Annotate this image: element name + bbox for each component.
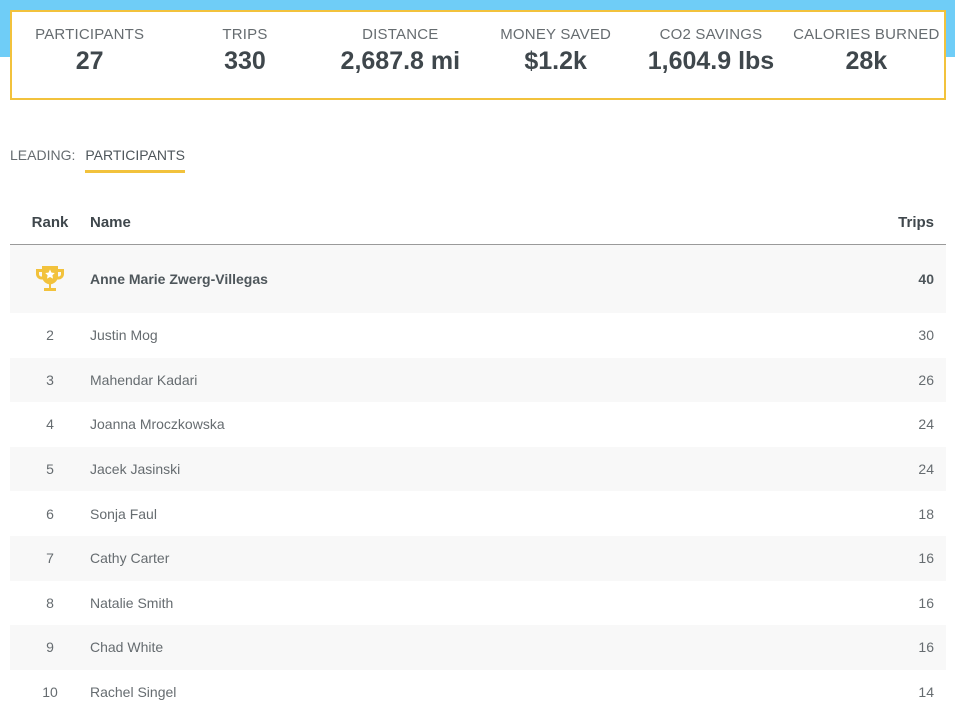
column-header-trips[interactable]: Trips bbox=[814, 214, 946, 231]
trophy-icon bbox=[36, 266, 64, 291]
name-cell: Cathy Carter bbox=[90, 550, 170, 567]
name-cell: Mahendar Kadari bbox=[90, 371, 198, 388]
name-cell: Jacek Jasinski bbox=[90, 461, 181, 478]
stat-label: DISTANCE bbox=[362, 26, 439, 43]
rank-cell: 7 bbox=[46, 550, 54, 567]
name-cell: Anne Marie Zwerg-Villegas bbox=[90, 271, 268, 287]
trips-cell: 14 bbox=[918, 684, 934, 701]
table-row: Anne Marie Zwerg-Villegas 40 bbox=[10, 245, 946, 313]
name-cell: Sonja Faul bbox=[90, 505, 157, 522]
table-row: 5 Jacek Jasinski 24 bbox=[10, 446, 946, 492]
name-cell: Chad White bbox=[90, 639, 164, 656]
trips-cell: 18 bbox=[918, 505, 934, 522]
stat-value: $1.2k bbox=[524, 47, 587, 75]
rank-cell bbox=[10, 262, 90, 296]
name-cell: Joanna Mroczkowska bbox=[90, 416, 225, 433]
stat-participants: PARTICIPANTS 27 bbox=[12, 12, 167, 98]
rank-cell: 3 bbox=[46, 371, 54, 388]
stat-calories-burned: CALORIES BURNED 28k bbox=[789, 12, 944, 98]
stat-label: CALORIES BURNED bbox=[793, 26, 940, 43]
table-header: Rank Name Trips bbox=[10, 200, 946, 245]
trips-cell: 30 bbox=[918, 327, 934, 344]
trips-cell: 16 bbox=[918, 550, 934, 567]
trips-cell: 16 bbox=[918, 639, 934, 656]
stat-label: TRIPS bbox=[222, 26, 268, 43]
rank-cell: 9 bbox=[46, 639, 54, 656]
trips-cell: 40 bbox=[918, 271, 934, 287]
table-row: 9 Chad White 16 bbox=[10, 625, 946, 670]
table-row: 7 Cathy Carter 16 bbox=[10, 535, 946, 581]
rank-cell: 2 bbox=[46, 327, 54, 344]
table-row: 8 Natalie Smith 16 bbox=[10, 581, 946, 626]
column-header-name[interactable]: Name bbox=[90, 214, 814, 231]
rank-cell: 10 bbox=[42, 684, 58, 701]
table-row: 3 Mahendar Kadari 26 bbox=[10, 357, 946, 403]
rank-cell: 6 bbox=[46, 505, 54, 522]
rank-cell: 5 bbox=[46, 461, 54, 478]
table-row: 4 Joanna Mroczkowska 24 bbox=[10, 402, 946, 447]
column-header-rank[interactable]: Rank bbox=[10, 214, 90, 231]
trips-cell: 24 bbox=[918, 416, 934, 433]
table-row: 6 Sonja Faul 18 bbox=[10, 491, 946, 536]
leading-filter: LEADING: PARTICIPANTS bbox=[10, 147, 185, 173]
stat-distance: DISTANCE 2,687.8 mi bbox=[323, 12, 478, 98]
leaderboard-table: Rank Name Trips Anne Marie Zwerg-Villega… bbox=[10, 200, 946, 714]
stat-value: 2,687.8 mi bbox=[340, 47, 461, 75]
stat-label: CO2 SAVINGS bbox=[659, 26, 763, 43]
stat-value: 1,604.9 lbs bbox=[647, 47, 775, 75]
leading-label: LEADING: bbox=[10, 147, 76, 163]
table-row: 10 Rachel Singel 14 bbox=[10, 670, 946, 714]
stat-trips: TRIPS 330 bbox=[167, 12, 322, 98]
trips-cell: 24 bbox=[918, 461, 934, 478]
rank-cell: 8 bbox=[46, 594, 54, 611]
stat-value: 28k bbox=[845, 47, 888, 75]
trips-cell: 26 bbox=[918, 371, 934, 388]
stat-co2-savings: CO2 SAVINGS 1,604.9 lbs bbox=[633, 12, 788, 98]
tab-participants[interactable]: PARTICIPANTS bbox=[85, 147, 185, 173]
name-cell: Natalie Smith bbox=[90, 594, 174, 611]
stats-summary: PARTICIPANTS 27 TRIPS 330 DISTANCE 2,687… bbox=[10, 10, 946, 100]
name-cell: Rachel Singel bbox=[90, 684, 177, 701]
rank-cell: 4 bbox=[46, 416, 54, 433]
stat-value: 330 bbox=[224, 47, 266, 75]
stat-value: 27 bbox=[75, 47, 104, 75]
trips-cell: 16 bbox=[918, 594, 934, 611]
name-cell: Justin Mog bbox=[90, 327, 158, 344]
stat-money-saved: MONEY SAVED $1.2k bbox=[478, 12, 633, 98]
stat-label: PARTICIPANTS bbox=[35, 26, 145, 43]
table-row: 2 Justin Mog 30 bbox=[10, 313, 946, 358]
stat-label: MONEY SAVED bbox=[500, 26, 612, 43]
